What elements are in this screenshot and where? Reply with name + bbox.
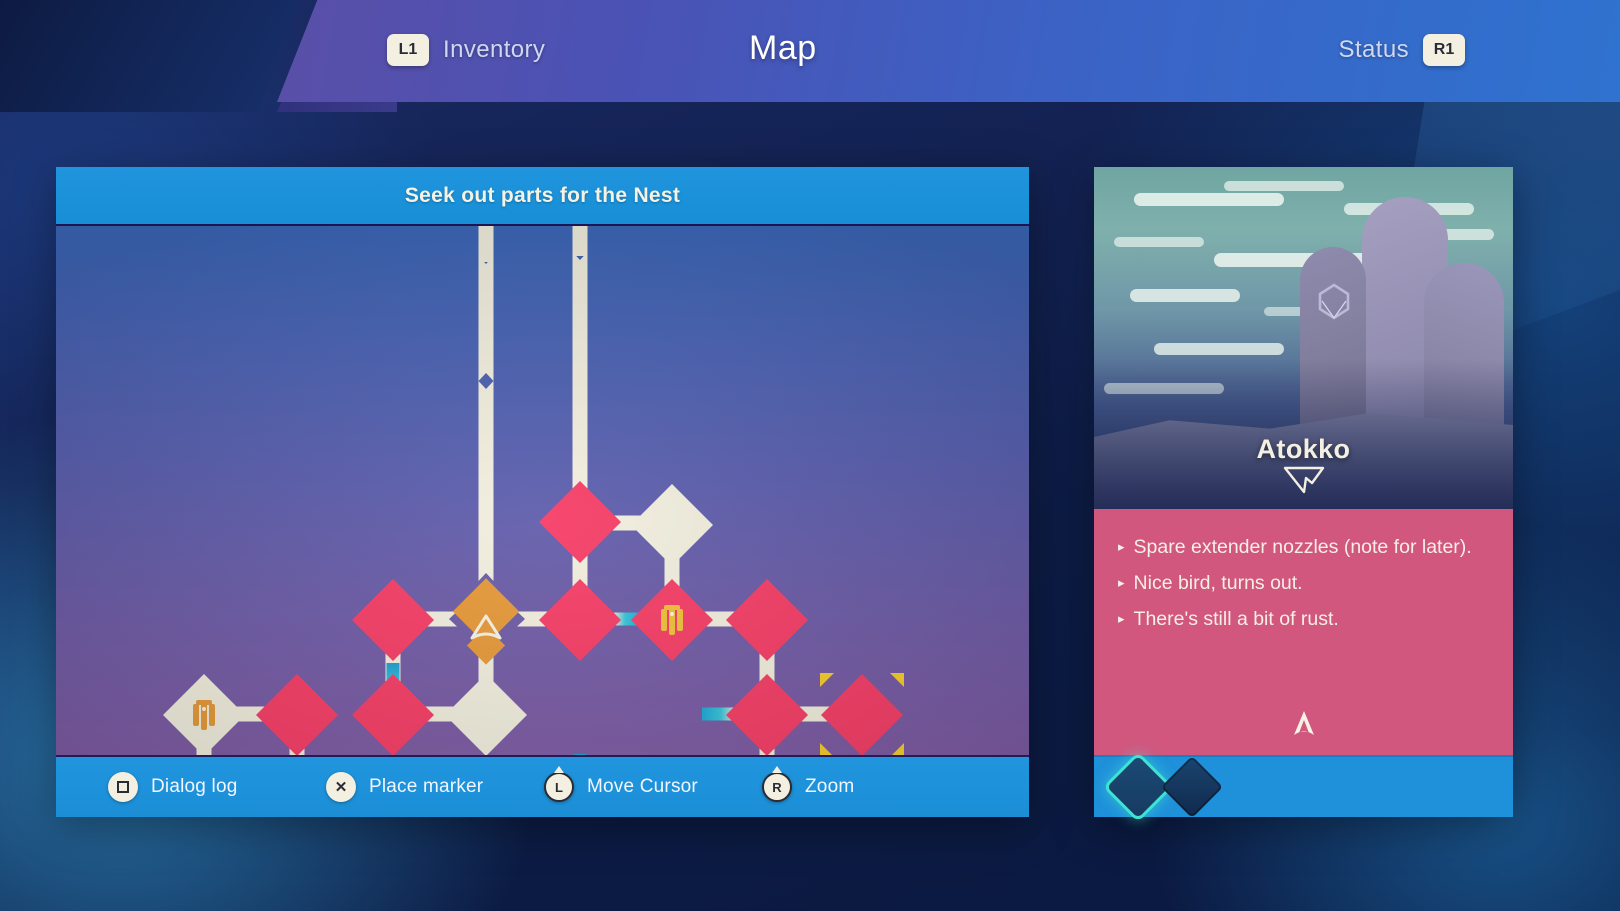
- location-notes: ▸ Spare extender nozzles (note for later…: [1094, 509, 1513, 755]
- hint-label-dialog-log: Dialog log: [151, 776, 238, 797]
- hint-label-zoom: Zoom: [805, 776, 855, 797]
- map-node[interactable]: [538, 578, 622, 662]
- right-stick-icon[interactable]: R: [762, 772, 792, 802]
- emblem-icon: [1318, 283, 1350, 320]
- map-node[interactable]: [444, 673, 528, 755]
- location-info-panel: Atokko ▸ Spare extender nozzles (note fo…: [1094, 167, 1513, 819]
- note-item: ▸ Spare extender nozzles (note for later…: [1118, 535, 1489, 561]
- hint-place-marker[interactable]: ✕ Place marker: [326, 772, 544, 802]
- note-text: Nice bird, turns out.: [1133, 571, 1303, 594]
- r1-button-icon[interactable]: R1: [1423, 34, 1465, 66]
- map-link: [479, 256, 494, 381]
- map-link: [572, 226, 588, 256]
- bullet-icon: ▸: [1118, 610, 1125, 626]
- hint-label-place-marker: Place marker: [369, 776, 484, 797]
- map-link: [573, 252, 588, 492]
- map-window: Seek out parts for the Nest Dialog log ✕…: [56, 167, 1029, 817]
- nav-label-inventory: Inventory: [443, 36, 546, 63]
- cross-button-icon[interactable]: ✕: [326, 772, 356, 802]
- map-node-selected[interactable]: [820, 673, 904, 755]
- square-button-icon[interactable]: [108, 772, 138, 802]
- nav-label-status: Status: [1338, 36, 1409, 63]
- flame-emblem-icon: [1293, 711, 1314, 735]
- hint-zoom[interactable]: R Zoom: [762, 772, 854, 802]
- nav-title-text: Map: [749, 29, 817, 67]
- map-controls-footer: Dialog log ✕ Place marker L Move Cursor …: [56, 755, 1029, 817]
- map-objective-text: Seek out parts for the Nest: [404, 183, 681, 207]
- map-link-unexplored: [573, 754, 587, 755]
- map-objective-bar: Seek out parts for the Nest: [56, 167, 1029, 224]
- left-stick-icon[interactable]: L: [544, 772, 574, 802]
- map-node[interactable]: [351, 673, 435, 755]
- map-node[interactable]: [725, 673, 809, 755]
- location-artwork: Atokko: [1094, 167, 1513, 509]
- map-link: [479, 381, 494, 581]
- map-canvas[interactable]: [56, 224, 1029, 755]
- map-node[interactable]: [538, 480, 622, 564]
- map-node[interactable]: [630, 483, 714, 567]
- bullet-icon: ▸: [1118, 539, 1125, 554]
- panel-tab-strip: [1094, 755, 1513, 819]
- player-chevron-icon: [470, 614, 502, 640]
- note-item: ▸ Nice bird, turns out.: [1118, 571, 1489, 597]
- background-shard: [0, 0, 300, 112]
- nav-tab-status[interactable]: Status R1: [1339, 34, 1465, 66]
- note-text: There's still a bit of rust.: [1133, 607, 1339, 630]
- page-title: Map: [749, 29, 817, 68]
- location-marker-icon: [1283, 466, 1324, 494]
- note-text: Spare extender nozzles (note for later).: [1133, 536, 1472, 558]
- player-position-marker: [452, 578, 520, 670]
- bench-icon: [193, 700, 215, 730]
- map-link: [478, 226, 494, 262]
- map-node[interactable]: [351, 578, 435, 662]
- bench-icon: [661, 605, 683, 635]
- panel-tab-map[interactable]: [1106, 755, 1170, 819]
- hint-dialog-log[interactable]: Dialog log: [108, 772, 326, 802]
- nav-tab-inventory[interactable]: L1 Inventory: [387, 34, 545, 66]
- panel-tab-notes[interactable]: [1160, 755, 1224, 819]
- hint-label-move-cursor: Move Cursor: [587, 776, 698, 797]
- note-item: ▸ There's still a bit of rust.: [1118, 607, 1489, 633]
- map-node[interactable]: [255, 673, 339, 755]
- map-node-bench[interactable]: [162, 673, 246, 755]
- map-node[interactable]: [725, 578, 809, 662]
- hint-move-cursor[interactable]: L Move Cursor: [544, 772, 762, 802]
- l1-button-icon[interactable]: L1: [387, 34, 429, 66]
- top-navigation-content: L1 Inventory Map Status R1: [277, 0, 1620, 102]
- bullet-icon: ▸: [1118, 574, 1125, 590]
- location-name-label: Atokko: [1256, 434, 1351, 464]
- map-node-bench[interactable]: [630, 578, 714, 662]
